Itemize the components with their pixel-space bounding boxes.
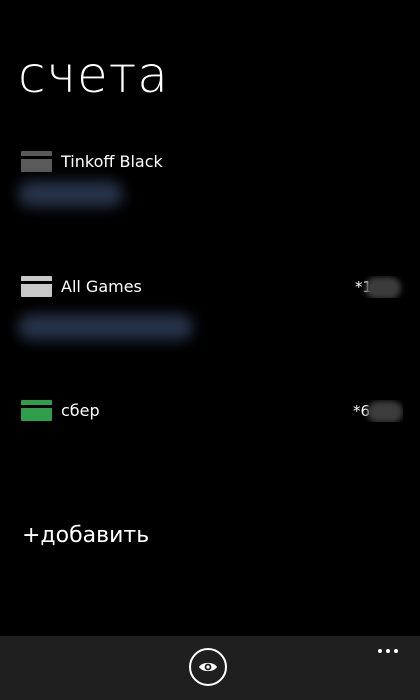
account-item-all-games[interactable]: All Games *1 xyxy=(0,276,420,368)
accounts-page: счета Tinkoff Black All Games *1 сбер *6 xyxy=(0,0,420,700)
eye-icon xyxy=(199,662,217,672)
masked-number xyxy=(365,277,401,298)
account-number: *1 xyxy=(355,276,405,298)
account-name: Tinkoff Black xyxy=(61,152,163,171)
add-account-button[interactable]: +добавить xyxy=(22,521,149,551)
masked-number xyxy=(367,401,403,422)
app-bar xyxy=(0,636,420,700)
card-icon xyxy=(21,400,52,421)
account-balance-hidden xyxy=(18,314,193,340)
account-number: *6 xyxy=(353,400,403,422)
card-icon xyxy=(21,276,52,297)
toggle-visibility-button[interactable] xyxy=(189,648,227,686)
page-title: счета xyxy=(18,46,169,104)
account-balance-hidden xyxy=(18,181,123,207)
account-item-sber[interactable]: сбер *6 xyxy=(0,400,420,492)
account-name: сбер xyxy=(61,401,100,420)
account-name: All Games xyxy=(61,277,142,296)
card-icon xyxy=(21,151,52,172)
account-item-tinkoff-black[interactable]: Tinkoff Black xyxy=(0,151,420,243)
more-options-button[interactable] xyxy=(372,640,406,660)
